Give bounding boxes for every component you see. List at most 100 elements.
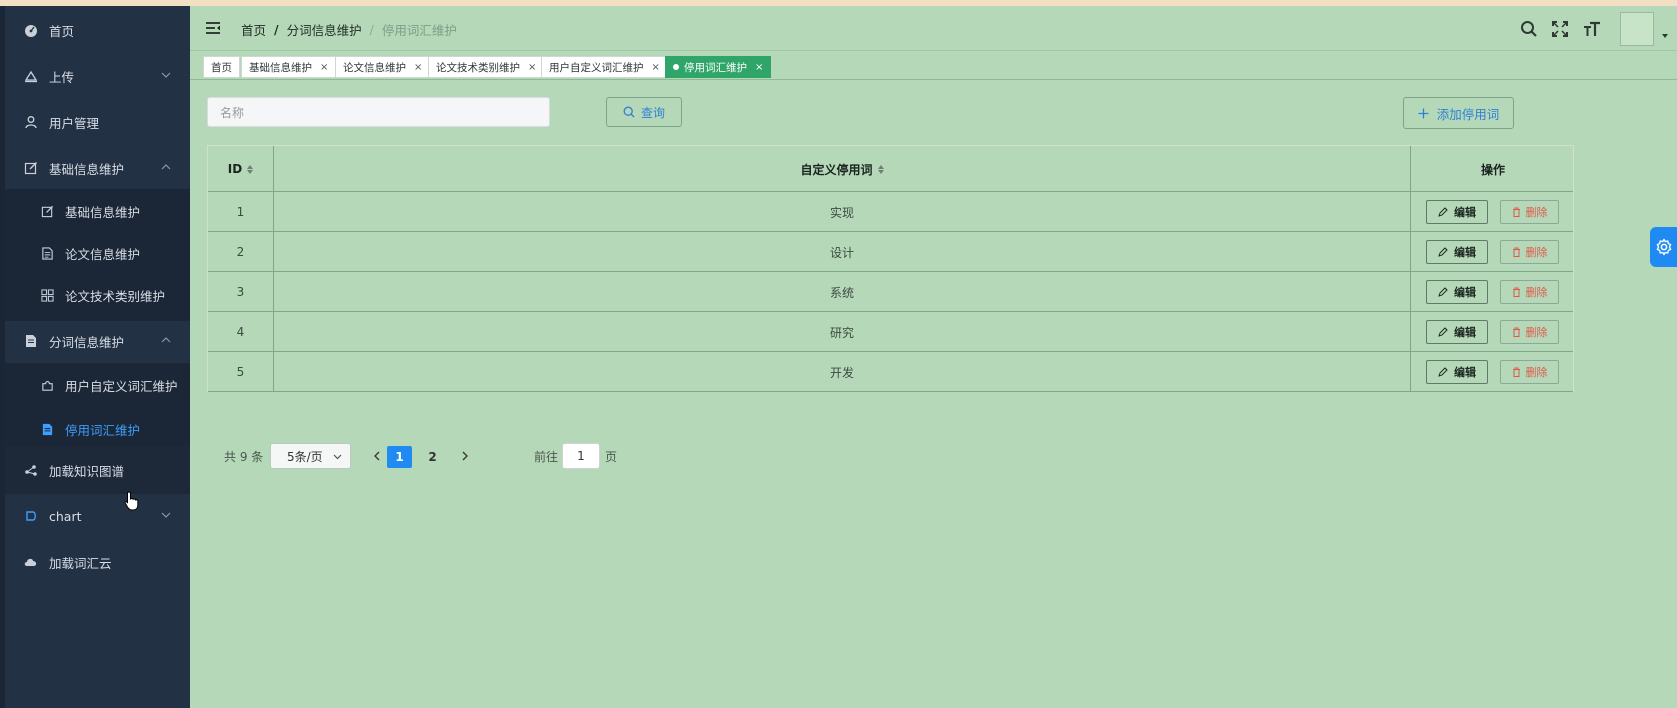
query-button[interactable]: 查询 (606, 97, 682, 127)
sidebar-item-users[interactable]: 用户管理 (5, 98, 190, 146)
chevron-down-icon (333, 454, 342, 460)
close-icon[interactable]: × (755, 62, 763, 73)
prev-page-button[interactable] (367, 443, 387, 469)
pencil-icon (1438, 207, 1448, 217)
submenu-item-label: 论文信息维护 (65, 246, 141, 262)
avatar[interactable] (1620, 12, 1654, 46)
column-header-id[interactable]: ID (208, 146, 273, 192)
tab-home[interactable]: 首页 (203, 56, 240, 78)
breadcrumb-separator: / (274, 22, 279, 37)
delete-label: 删除 (1525, 326, 1548, 339)
fullscreen-icon[interactable] (1551, 20, 1569, 38)
trash-icon (1512, 287, 1520, 297)
submenu-item-paper-category[interactable]: 论文技术类别维护 (5, 273, 190, 317)
breadcrumb-home[interactable]: 首页 (241, 20, 266, 39)
tab-label: 论文技术类别维护 (436, 61, 520, 74)
tab-basic-info[interactable]: 基础信息维护 × (241, 56, 337, 78)
edit-button[interactable]: 编辑 (1426, 240, 1488, 264)
submenu-item-custom-words[interactable]: 用户自定义词汇维护 (5, 363, 190, 407)
close-icon[interactable]: × (528, 62, 536, 73)
top-header: 首页 / 分词信息维护 / 停用词汇维护 (190, 6, 1677, 51)
sidebar-item-chart[interactable]: chart (5, 492, 190, 540)
submenu-item-basic-info[interactable]: 基础信息维护 (5, 189, 190, 233)
close-icon[interactable]: × (652, 62, 660, 73)
next-page-button[interactable] (455, 443, 475, 469)
caret-down-icon[interactable] (1662, 34, 1668, 38)
sidebar-item-basic-info[interactable]: 基础信息维护 (5, 144, 190, 192)
delete-button[interactable]: 删除 (1500, 320, 1559, 344)
close-icon[interactable]: × (414, 62, 422, 73)
header-label: 自定义停用词 (800, 162, 873, 177)
page-number-button[interactable]: 1 (387, 446, 412, 468)
sidebar-item-knowledge-graph[interactable]: 加载知识图谱 (5, 446, 190, 494)
tab-paper-info[interactable]: 论文信息维护 × (335, 56, 431, 78)
search-icon[interactable] (1520, 20, 1538, 38)
query-label: 查询 (640, 105, 665, 120)
column-header-actions: 操作 (1411, 146, 1575, 192)
sidebar-item-upload[interactable]: 上传 (5, 52, 190, 100)
upload-icon (23, 68, 39, 84)
hand-cursor-icon (124, 491, 139, 511)
submenu-basic-info: 基础信息维护 论文信息维护 论文技术类别维护 (5, 189, 190, 321)
edit-button[interactable]: 编辑 (1426, 200, 1488, 224)
cell-stopword: 实现 (829, 205, 854, 220)
sort-icon[interactable] (877, 164, 884, 174)
sidebar-item-label: 用户管理 (49, 115, 100, 131)
tab-stopwords[interactable]: 停用词汇维护 × (665, 56, 772, 78)
chevron-up-icon (161, 337, 171, 343)
header-label: 操作 (1480, 162, 1505, 177)
edit-button[interactable]: 编辑 (1426, 280, 1488, 304)
tab-label: 用户自定义词汇维护 (549, 61, 644, 74)
chevron-down-icon (161, 512, 171, 518)
close-icon[interactable]: × (320, 62, 328, 73)
pencil-icon (1438, 287, 1448, 297)
chevron-left-icon (374, 451, 380, 461)
delete-button[interactable]: 删除 (1500, 200, 1559, 224)
user-icon (23, 114, 39, 130)
document-icon (40, 422, 54, 436)
menu-toggle-icon[interactable] (205, 20, 221, 36)
stopword-table: ID 自定义停用词 操作 1 实现 编辑 删除 2 设计 编辑 删除 3 系统 … (207, 145, 1574, 392)
page-size-select[interactable]: 5条/页 (270, 443, 351, 469)
tab-label: 停用词汇维护 (684, 61, 747, 74)
sidebar: 首页 上传 用户管理 基础信息维护 基础信息维护 论文信息维护 论文技术类别维护… (0, 6, 190, 708)
tab-paper-category[interactable]: 论文技术类别维护 × (428, 56, 545, 78)
edit-button[interactable]: 编辑 (1426, 360, 1488, 384)
goto-page-input[interactable]: 1 (562, 443, 600, 469)
sidebar-item-segmentation[interactable]: 分词信息维护 (5, 317, 190, 365)
name-search-input[interactable]: 名称 (207, 97, 550, 127)
edit-button[interactable]: 编辑 (1426, 320, 1488, 344)
file-icon (40, 246, 54, 260)
sidebar-item-word-cloud[interactable]: 加载词汇云 (5, 538, 190, 586)
add-stopword-button[interactable]: 添加停用词 (1403, 97, 1514, 129)
cell-id: 3 (236, 285, 245, 299)
settings-button[interactable] (1650, 227, 1677, 267)
search-placeholder: 名称 (220, 105, 245, 120)
edit-label: 编辑 (1454, 246, 1476, 259)
delete-button[interactable]: 删除 (1500, 280, 1559, 304)
submenu-item-stopwords[interactable]: 停用词汇维护 (5, 407, 190, 451)
trash-icon (1512, 247, 1520, 257)
delete-button[interactable]: 删除 (1500, 360, 1559, 384)
breadcrumb: 首页 / 分词信息维护 / 停用词汇维护 (241, 20, 457, 39)
add-label: 添加停用词 (1436, 106, 1500, 122)
column-header-stopword[interactable]: 自定义停用词 (274, 146, 1410, 192)
table-header: ID 自定义停用词 操作 (208, 146, 1573, 192)
sidebar-item-home[interactable]: 首页 (5, 6, 190, 54)
breadcrumb-segmentation[interactable]: 分词信息维护 (287, 20, 362, 39)
tab-label: 首页 (211, 61, 232, 74)
sidebar-item-label: 分词信息维护 (49, 334, 125, 350)
submenu-item-paper-info[interactable]: 论文信息维护 (5, 231, 190, 275)
font-size-icon[interactable] (1583, 20, 1601, 38)
table-row: 4 研究 编辑 删除 (208, 312, 1573, 352)
edit-icon (40, 204, 54, 218)
chevron-down-icon (161, 72, 171, 78)
page-number-button[interactable]: 2 (420, 446, 445, 468)
tab-custom-words[interactable]: 用户自定义词汇维护 × (541, 56, 668, 78)
sort-icon[interactable] (247, 164, 254, 174)
delete-button[interactable]: 删除 (1500, 240, 1559, 264)
dashboard-icon (23, 22, 39, 38)
main-content: 首页 / 分词信息维护 / 停用词汇维护 首页 基础信息维护 × 论文信息维护 … (190, 6, 1677, 708)
search-icon (623, 106, 635, 118)
tags-view: 首页 基础信息维护 × 论文信息维护 × 论文技术类别维护 × 用户自定义词汇维… (190, 52, 1677, 80)
